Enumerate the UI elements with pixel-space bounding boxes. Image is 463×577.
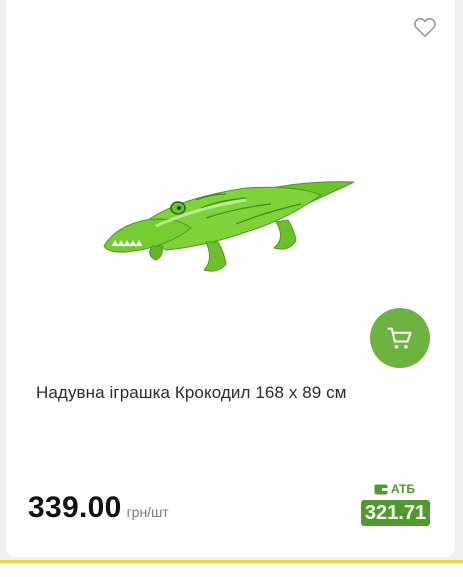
product-image [103,181,355,272]
price-unit: грн/шт [126,504,169,520]
price: 339.00 грн/шт [28,491,169,525]
store-name: АТБ [391,482,416,496]
cart-icon [387,327,412,349]
heart-icon [414,17,436,38]
product-card[interactable]: Надувна іграшка Крокодил 168 х 89 см 339… [6,0,455,557]
add-to-cart-button[interactable] [370,308,430,368]
favorite-button[interactable] [412,14,438,40]
product-title[interactable]: Надувна іграшка Крокодил 168 х 89 см [36,383,436,403]
next-card-edge [0,560,463,577]
store-price-badge: 321.71 [361,500,430,526]
wallet-icon [374,484,388,495]
price-value: 339.00 [28,491,122,524]
store-label: АТБ [374,482,415,496]
